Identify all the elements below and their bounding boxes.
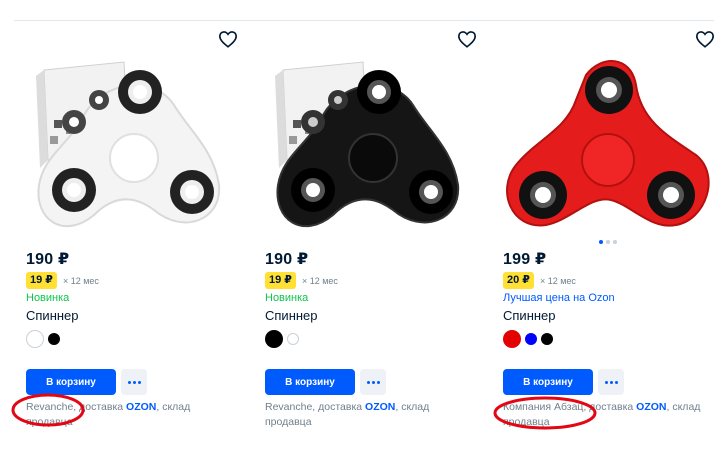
delivery-brand: OZON [636,401,667,413]
seller-name[interactable]: Компания Абзац [503,401,583,413]
installment-badge: 19 ₽ [26,272,57,289]
color-swatch-black[interactable] [265,330,283,348]
installment-term: × 12 мес [539,275,576,286]
product-tag: Новинка [26,292,70,304]
add-to-cart-button[interactable]: В корзину [503,369,593,395]
price: 199 ₽ [503,251,547,268]
gallery-dot[interactable] [606,240,610,244]
product-card[interactable]: 190 ₽ 19 ₽ × 12 мес Новинка Спиннер В ко… [14,24,240,449]
add-to-cart-button[interactable]: В корзину [26,369,116,395]
spinner-image [506,60,710,227]
ellipsis-icon[interactable] [121,369,147,395]
product-card[interactable]: 199 ₽ 20 ₽ × 12 мес Лучшая цена на Ozon … [491,24,717,449]
heart-outline-icon[interactable] [695,30,715,50]
delivery-prefix: , доставка [73,401,127,413]
product-card[interactable]: 190 ₽ 19 ₽ × 12 мес Новинка Спиннер В ко… [253,24,479,449]
ellipsis-icon[interactable] [360,369,386,395]
color-swatch-black[interactable] [541,333,553,345]
product-image[interactable] [253,60,479,238]
seller-name[interactable]: Revanche [265,401,312,413]
seller-info: Revanche, доставка OZON, склад продавца [265,400,465,430]
product-tag: Лучшая цена на Ozon [503,292,615,304]
gallery-dot[interactable] [599,240,603,244]
gallery-dot[interactable] [613,240,617,244]
product-title[interactable]: Спиннер [503,308,556,323]
product-title[interactable]: Спиннер [265,308,318,323]
delivery-prefix: , доставка [583,401,637,413]
seller-info: Revanche, доставка OZON, склад продавца [26,400,226,430]
installment: 19 ₽ × 12 мес [26,272,99,289]
installment-term: × 12 мес [301,275,338,286]
price: 190 ₽ [26,251,70,268]
color-swatches [26,330,60,348]
color-swatch-white[interactable] [287,333,299,345]
color-swatches [265,330,299,348]
product-image[interactable] [491,60,717,238]
color-swatch-white[interactable] [26,330,44,348]
installment-term: × 12 мес [62,275,99,286]
color-swatch-blue[interactable] [525,333,537,345]
delivery-brand: OZON [365,401,396,413]
seller-name[interactable]: Revanche [26,401,73,413]
heart-outline-icon[interactable] [218,30,238,50]
seller-info: Компания Абзац, доставка OZON, склад про… [503,400,703,430]
price: 190 ₽ [265,251,309,268]
product-tag: Новинка [265,292,309,304]
installment: 20 ₽ × 12 мес [503,272,576,289]
installment: 19 ₽ × 12 мес [265,272,338,289]
ellipsis-icon[interactable] [598,369,624,395]
delivery-brand: OZON [126,401,157,413]
color-swatch-red[interactable] [503,330,521,348]
color-swatch-black[interactable] [48,333,60,345]
add-to-cart-button[interactable]: В корзину [265,369,355,395]
gallery-dots[interactable] [599,240,617,246]
color-swatches [503,330,553,348]
installment-badge: 20 ₽ [503,272,534,289]
top-divider [14,20,714,21]
installment-badge: 19 ₽ [265,272,296,289]
delivery-prefix: , доставка [312,401,366,413]
product-title[interactable]: Спиннер [26,308,79,323]
product-image[interactable] [14,60,240,238]
heart-outline-icon[interactable] [457,30,477,50]
